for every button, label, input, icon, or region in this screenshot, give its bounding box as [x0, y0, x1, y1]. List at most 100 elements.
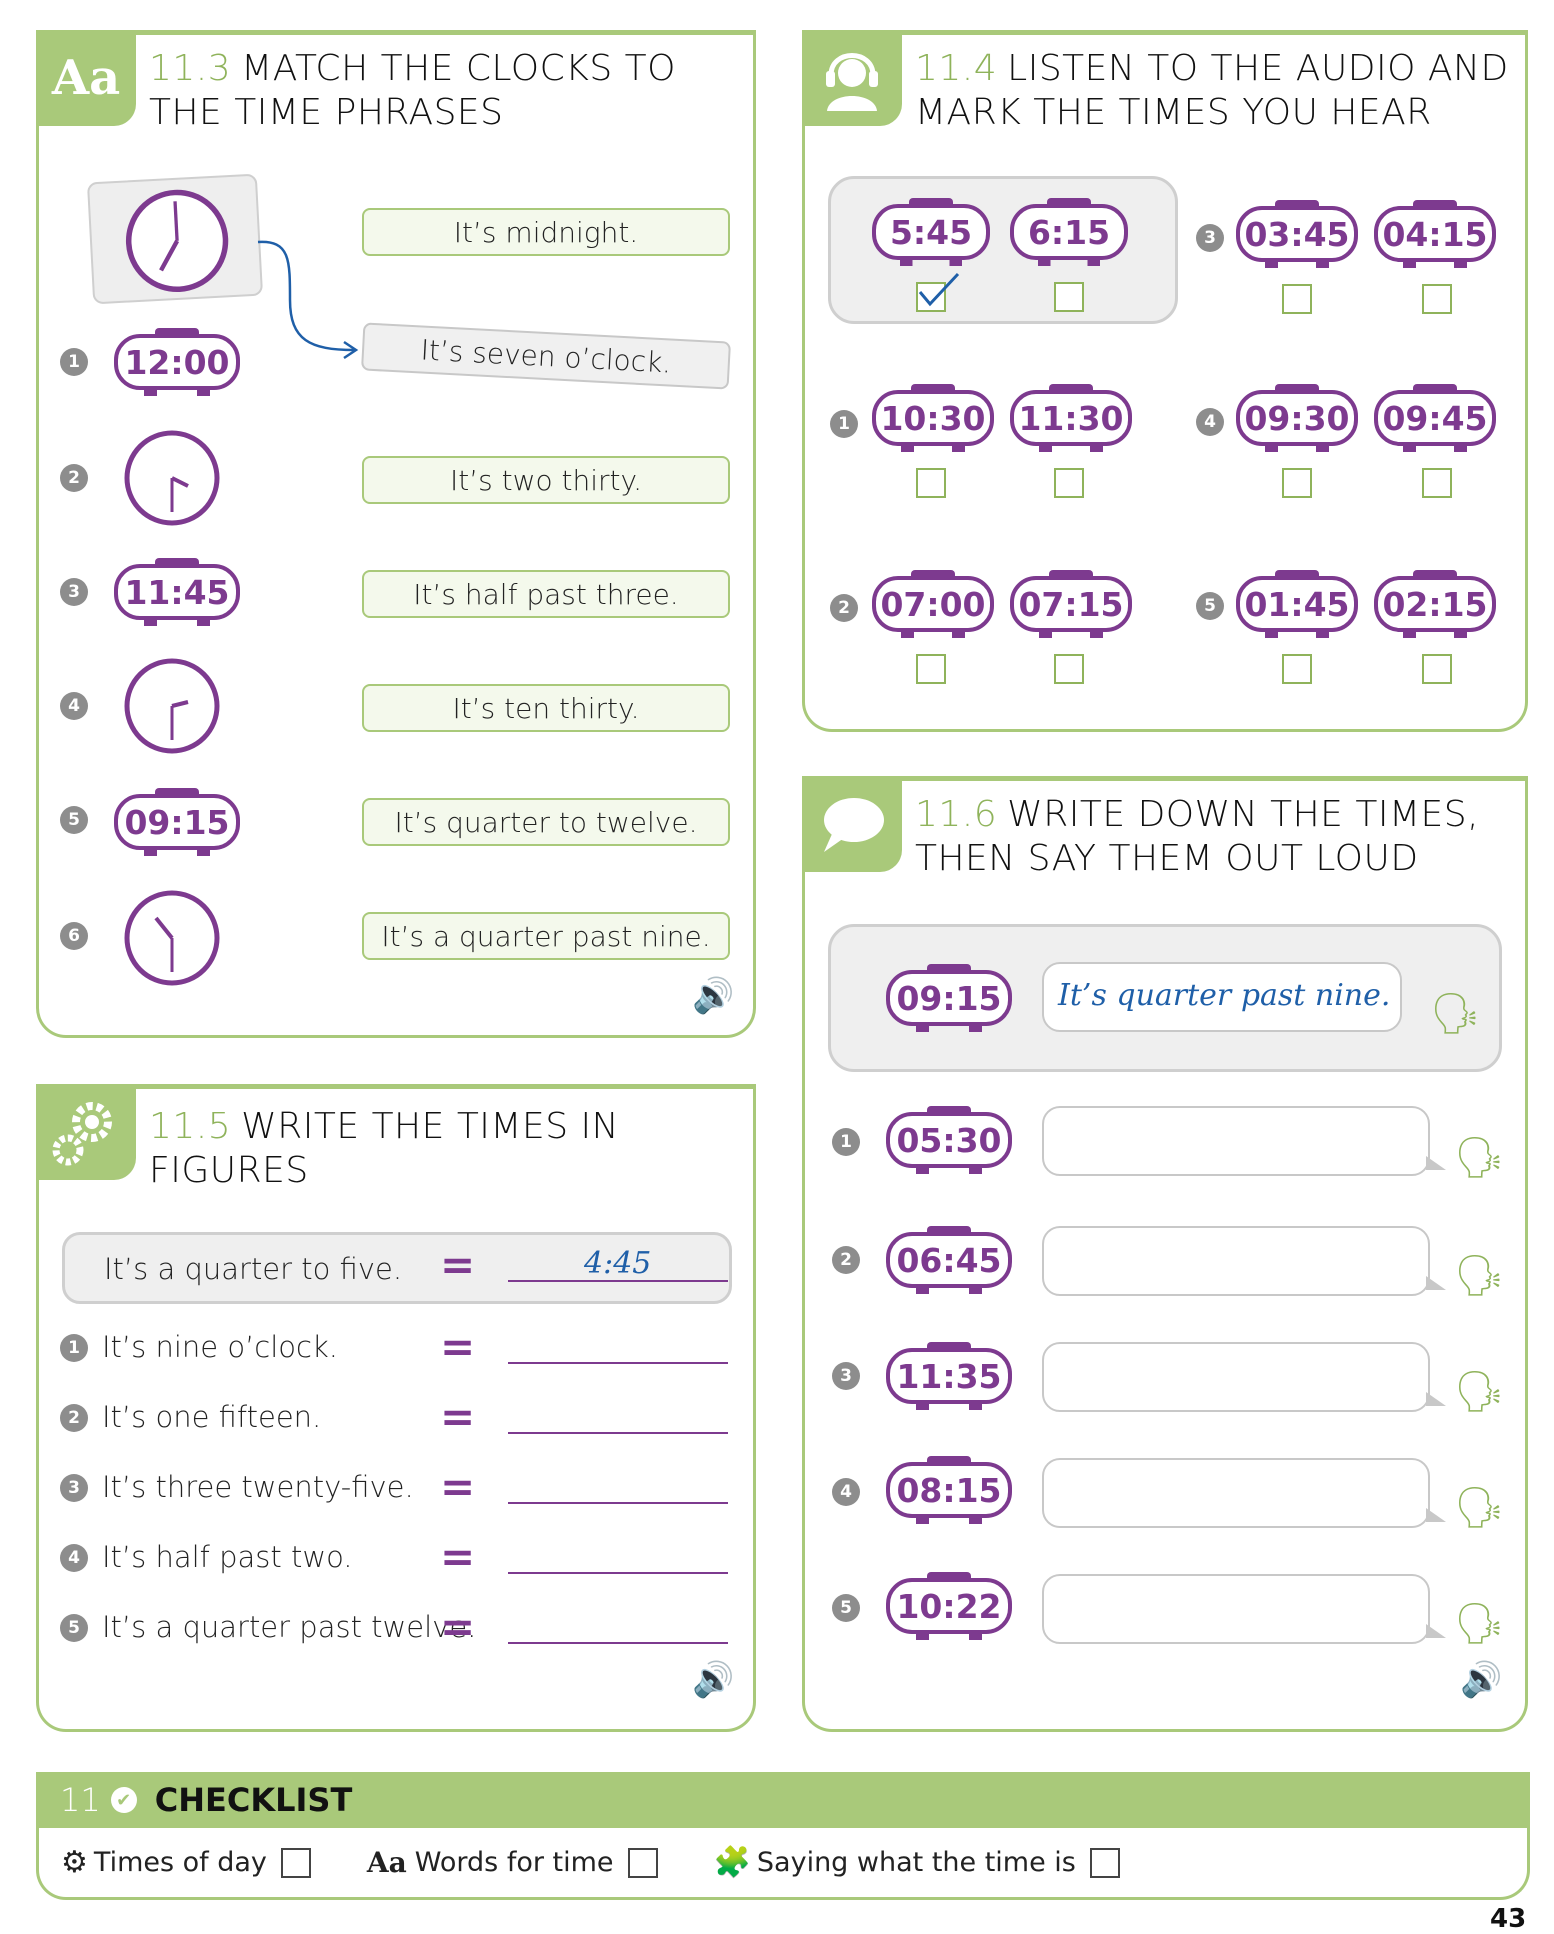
- digital-clock: 03:45: [1236, 200, 1358, 268]
- analog-clock-icon: [124, 658, 220, 754]
- time-phrase[interactable]: It’s ten thirty.: [362, 684, 730, 732]
- number-badge: 4: [60, 1544, 88, 1572]
- unit-number: 11: [60, 1781, 101, 1819]
- title-line-1: MATCH THE CLOCKS TO: [241, 48, 676, 89]
- time-phrase[interactable]: It’s quarter to twelve.: [362, 798, 730, 846]
- checkbox[interactable]: [916, 654, 946, 684]
- answer-bubble[interactable]: [1042, 1458, 1446, 1528]
- checkbox[interactable]: [1422, 468, 1452, 498]
- number-badge: 3: [60, 578, 88, 606]
- digital-clock: 02:15: [1374, 570, 1496, 638]
- number-badge: 5: [1196, 592, 1224, 620]
- row-text: It’s one fifteen.: [102, 1400, 322, 1434]
- badge: [802, 776, 902, 872]
- speaker-icon[interactable]: 🔊: [692, 1660, 734, 1700]
- section-number: 11.5: [149, 1106, 232, 1147]
- gears-icon: ⚙: [61, 1845, 88, 1880]
- checklist-body: ⚙ Times of day Aa Words for time 🧩 Sayin…: [36, 1828, 1530, 1900]
- row-text: It’s half past two.: [102, 1540, 353, 1574]
- speaking-head-icon: 🗣: [1430, 991, 1481, 1037]
- answer-line[interactable]: [508, 1362, 728, 1364]
- time-phrase[interactable]: It’s a quarter past nine.: [362, 912, 730, 960]
- answer-bubble[interactable]: [1042, 1574, 1446, 1644]
- badge: [36, 1084, 136, 1180]
- time-phrase[interactable]: It’s midnight.: [362, 208, 730, 256]
- number-badge: 5: [60, 806, 88, 834]
- answer-bubble[interactable]: [1042, 1226, 1446, 1296]
- speaking-head-icon: 🗣: [1454, 1369, 1505, 1415]
- equals-sign: =: [440, 1532, 476, 1581]
- checklist-item: Aa Words for time: [367, 1846, 658, 1879]
- example-answer: 4:45: [584, 1246, 652, 1281]
- digital-clock: 09:15: [114, 788, 240, 856]
- speaker-icon[interactable]: 🔊: [1460, 1660, 1502, 1700]
- number-badge: 2: [830, 594, 858, 622]
- number-badge: 3: [832, 1362, 860, 1390]
- speaking-head-icon: 🗣: [1454, 1485, 1505, 1531]
- number-badge: 2: [60, 1404, 88, 1432]
- page-number: 43: [1490, 1904, 1527, 1934]
- analog-clock-icon: [124, 430, 220, 526]
- gears-icon: [52, 1102, 112, 1166]
- checkbox[interactable]: [1282, 468, 1312, 498]
- checkbox[interactable]: [1422, 654, 1452, 684]
- equals-sign: =: [440, 1462, 476, 1511]
- digital-clock: 09:15: [886, 964, 1012, 1032]
- answer-line[interactable]: [508, 1572, 728, 1574]
- analog-clock-icon: [125, 189, 229, 293]
- checkbox[interactable]: [1054, 468, 1084, 498]
- digital-clock: 11:45: [114, 558, 240, 626]
- checkbox[interactable]: [1054, 654, 1084, 684]
- checkbox[interactable]: [280, 1847, 311, 1878]
- title-line-1: LISTEN TO THE AUDIO AND: [1007, 48, 1509, 89]
- badge: [802, 30, 902, 126]
- digital-clock: 6:15: [1010, 198, 1128, 266]
- equals-sign: =: [440, 1392, 476, 1441]
- checkmark-icon: [918, 272, 960, 307]
- number-badge: 1: [60, 348, 88, 376]
- answer-line[interactable]: [508, 1432, 728, 1434]
- digital-clock: 01:45: [1236, 570, 1358, 638]
- speech-bubble-icon: [824, 798, 884, 852]
- checklist-label: Words for time: [414, 1847, 614, 1878]
- checkmark-icon: ✔: [110, 1787, 137, 1813]
- checkbox[interactable]: [1422, 284, 1452, 314]
- checkbox[interactable]: [1089, 1847, 1120, 1878]
- row-text: It’s three twenty-five.: [102, 1470, 414, 1504]
- digital-clock: 09:45: [1374, 384, 1496, 452]
- checklist-label: Times of day: [93, 1847, 267, 1878]
- number-badge: 1: [60, 1334, 88, 1362]
- checkbox[interactable]: [1054, 282, 1084, 312]
- digital-clock: 5:45: [872, 198, 990, 266]
- equals-sign: =: [440, 1322, 476, 1371]
- answer-bubble[interactable]: [1042, 1106, 1446, 1176]
- checkbox[interactable]: [1282, 284, 1312, 314]
- checkbox[interactable]: [627, 1847, 658, 1878]
- number-badge: 5: [832, 1594, 860, 1622]
- checklist-header: 11 ✔ CHECKLIST: [36, 1772, 1530, 1828]
- time-phrase[interactable]: It’s half past three.: [362, 570, 730, 618]
- checklist-item: ⚙ Times of day: [61, 1845, 311, 1880]
- time-phrase[interactable]: It’s two thirty.: [362, 456, 730, 504]
- number-badge: 1: [832, 1128, 860, 1156]
- number-badge: 4: [832, 1478, 860, 1506]
- digital-clock: 12:00: [114, 328, 240, 396]
- section-number: 11.3: [149, 48, 232, 89]
- answer-bubble[interactable]: [1042, 1342, 1446, 1412]
- digital-clock: 10:22: [886, 1572, 1012, 1640]
- checkbox[interactable]: [916, 468, 946, 498]
- digital-clock: 10:30: [872, 384, 994, 452]
- answer-line[interactable]: [508, 1642, 728, 1644]
- section-number: 11.4: [915, 48, 998, 89]
- section-number: 11.6: [915, 794, 998, 835]
- section-title: 11.5 WRITE THE TIMES IN FIGURES: [149, 1105, 753, 1193]
- checklist-title: CHECKLIST: [154, 1781, 353, 1819]
- number-badge: 3: [60, 1474, 88, 1502]
- speaker-icon[interactable]: 🔊: [692, 976, 734, 1016]
- aa-badge: Aa: [36, 30, 136, 126]
- answer-line[interactable]: [508, 1502, 728, 1504]
- aa-icon: Aa: [366, 1846, 407, 1879]
- number-badge: 5: [60, 1614, 88, 1642]
- checkbox[interactable]: [1282, 654, 1312, 684]
- digital-clock: 07:00: [872, 570, 994, 638]
